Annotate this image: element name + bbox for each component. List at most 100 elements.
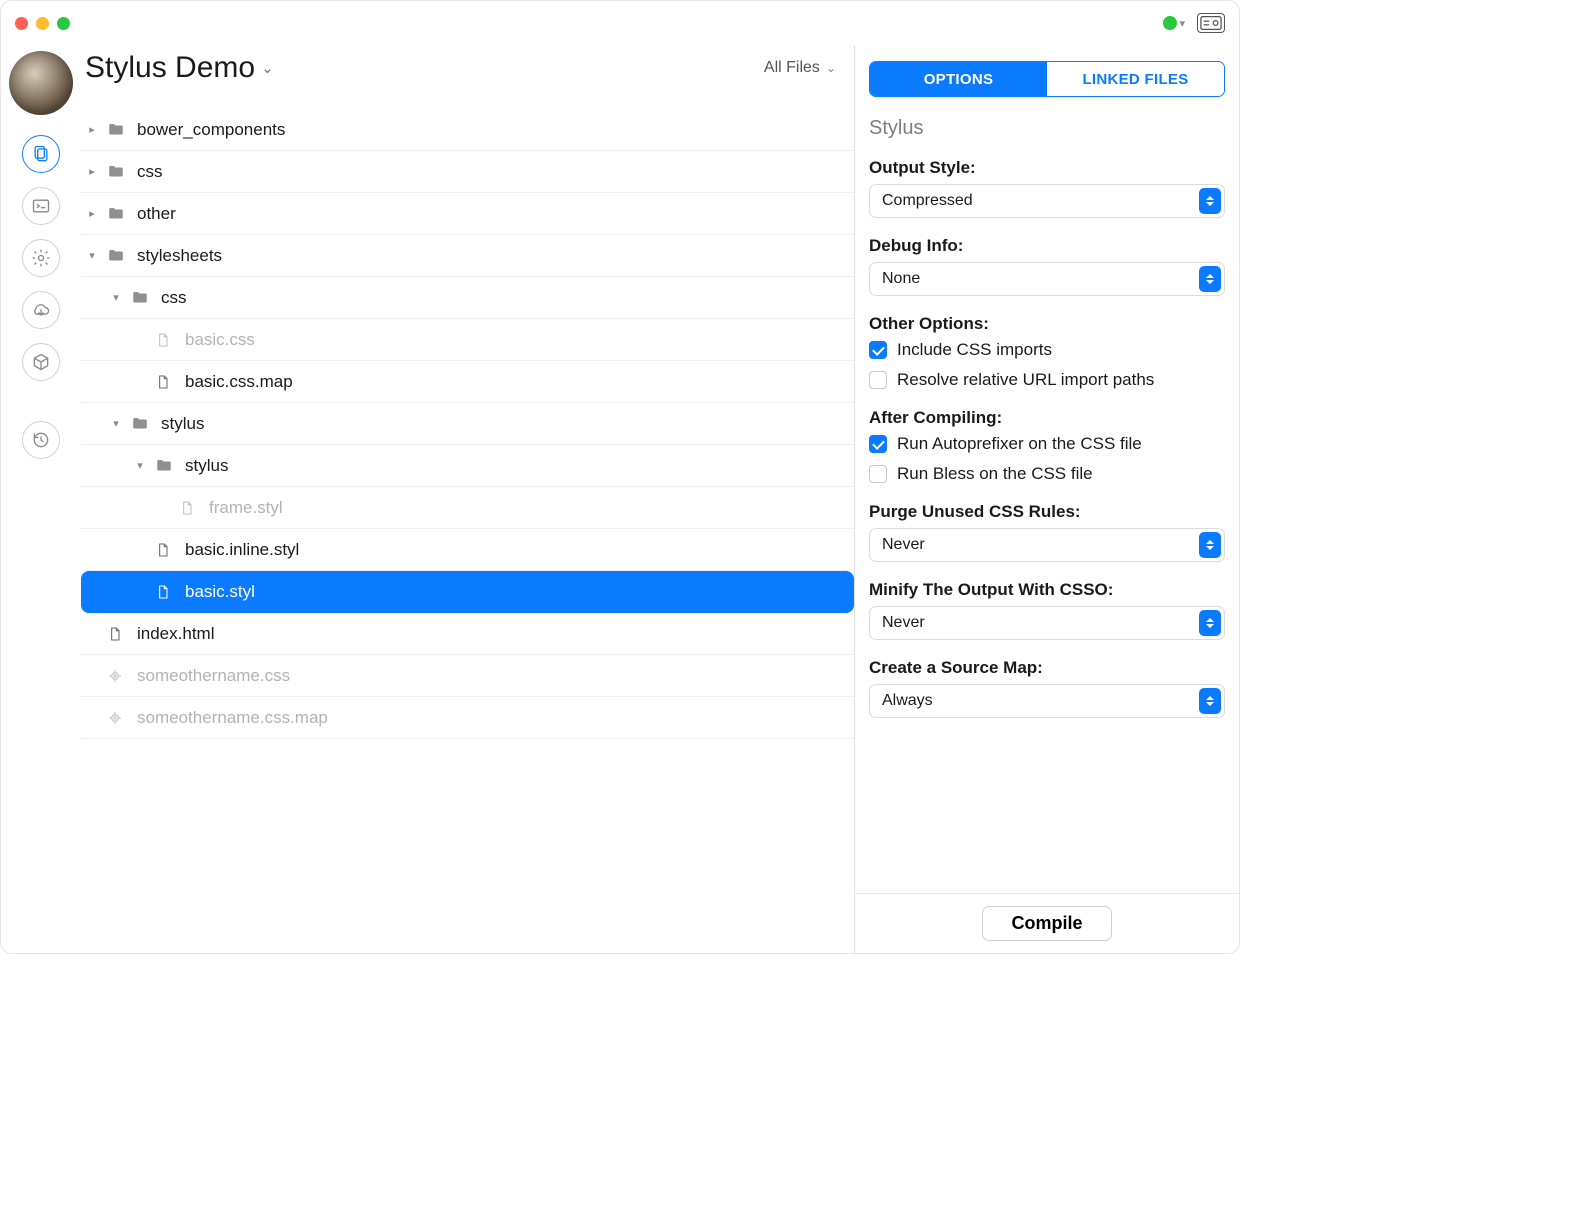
rail-files-button[interactable] <box>22 135 60 173</box>
file-icon <box>155 332 177 348</box>
file-icon <box>155 542 177 558</box>
folder-icon <box>155 457 177 475</box>
tree-item-label: basic.styl <box>185 582 255 602</box>
other-options-label: Other Options: <box>869 314 1225 334</box>
disclosure-icon: ▸ <box>81 123 103 136</box>
disclosure-icon: ▾ <box>129 459 151 472</box>
tree-folder[interactable]: ▸ css <box>81 151 854 193</box>
checkbox-label: Run Autoprefixer on the CSS file <box>897 434 1142 454</box>
minimize-window-button[interactable] <box>36 17 49 30</box>
disclosure-icon: ▾ <box>81 249 103 262</box>
rail-history-button[interactable] <box>22 421 60 459</box>
tree-file[interactable]: basic.css <box>81 319 854 361</box>
file-filter-button[interactable]: All Files ⌄ <box>764 59 836 77</box>
tree-folder[interactable]: ▸bower_components <box>81 109 854 151</box>
stepper-icon <box>1199 266 1221 292</box>
output-style-select[interactable]: Compressed <box>869 184 1225 218</box>
tree-item-label: css <box>161 288 187 308</box>
tree-item-label: css <box>137 162 163 182</box>
project-title-text: Stylus Demo <box>85 51 255 85</box>
sourcemap-value: Always <box>882 692 933 710</box>
purge-select[interactable]: Never <box>869 528 1225 562</box>
panel-tabs: OPTIONS LINKED FILES <box>869 61 1225 97</box>
disclosure-icon: ▸ <box>81 165 103 178</box>
target-icon <box>107 668 129 684</box>
tree-file[interactable]: someothername.css.map <box>81 697 854 739</box>
tree-item-label: someothername.css <box>137 666 290 686</box>
tree-item-label: someothername.css.map <box>137 708 328 728</box>
tree-file[interactable]: someothername.css <box>81 655 854 697</box>
output-style-label: Output Style: <box>869 158 1225 178</box>
stepper-icon <box>1199 188 1221 214</box>
language-label: Stylus <box>869 117 1225 140</box>
chevron-down-icon: ▾ <box>1179 17 1185 30</box>
resolve-relative-url-checkbox[interactable]: Resolve relative URL import paths <box>869 370 1225 390</box>
tree-folder[interactable]: ▸ other <box>81 193 854 235</box>
file-tree: ▸bower_components▸css▸other▾stylesheets▾… <box>81 109 854 739</box>
tree-file[interactable]: frame.styl <box>81 487 854 529</box>
preview-button[interactable] <box>1197 13 1225 33</box>
tree-item-label: basic.inline.styl <box>185 540 299 560</box>
minify-label: Minify The Output With CSSO: <box>869 580 1225 600</box>
checkbox-icon <box>869 341 887 359</box>
checkbox-label: Resolve relative URL import paths <box>897 370 1154 390</box>
left-rail <box>1 45 81 953</box>
folder-icon <box>107 205 129 223</box>
folder-icon <box>107 121 129 139</box>
stepper-icon <box>1199 688 1221 714</box>
purge-label: Purge Unused CSS Rules: <box>869 502 1225 522</box>
purge-value: Never <box>882 536 925 554</box>
file-icon <box>155 374 177 390</box>
rail-settings-button[interactable] <box>22 239 60 277</box>
zoom-window-button[interactable] <box>57 17 70 30</box>
include-css-imports-checkbox[interactable]: Include CSS imports <box>869 340 1225 360</box>
tree-folder[interactable]: ▾ stylus <box>81 445 854 487</box>
server-status[interactable]: ▾ <box>1163 16 1185 30</box>
checkbox-icon <box>869 465 887 483</box>
tree-folder[interactable]: ▾stylus <box>81 403 854 445</box>
debug-info-value: None <box>882 270 920 288</box>
run-bless-checkbox[interactable]: Run Bless on the CSS file <box>869 464 1225 484</box>
debug-info-label: Debug Info: <box>869 236 1225 256</box>
tree-item-label: index.html <box>137 624 214 644</box>
compile-button[interactable]: Compile <box>982 906 1111 941</box>
tab-linked-files[interactable]: LINKED FILES <box>1047 62 1224 96</box>
rail-terminal-button[interactable] <box>22 187 60 225</box>
tree-item-label: basic.css <box>185 330 255 350</box>
rail-cloud-button[interactable] <box>22 291 60 329</box>
tree-item-label: stylus <box>161 414 204 434</box>
tree-item-label: stylesheets <box>137 246 222 266</box>
disclosure-icon: ▸ <box>81 207 103 220</box>
file-icon <box>107 626 129 642</box>
sourcemap-select[interactable]: Always <box>869 684 1225 718</box>
rail-package-button[interactable] <box>22 343 60 381</box>
project-title[interactable]: Stylus Demo ⌄ <box>85 51 274 85</box>
tree-item-label: stylus <box>185 456 228 476</box>
minify-select[interactable]: Never <box>869 606 1225 640</box>
run-autoprefixer-checkbox[interactable]: Run Autoprefixer on the CSS file <box>869 434 1225 454</box>
tree-file[interactable]: basic.inline.styl <box>81 529 854 571</box>
chevron-down-icon: ⌄ <box>826 61 836 75</box>
tree-file[interactable]: basic.styl <box>81 571 854 613</box>
tree-folder[interactable]: ▾ stylesheets <box>81 235 854 277</box>
after-compiling-label: After Compiling: <box>869 408 1225 428</box>
checkbox-icon <box>869 435 887 453</box>
title-bar: ▾ <box>1 1 1239 45</box>
tree-file[interactable]: index.html <box>81 613 854 655</box>
status-dot-icon <box>1163 16 1177 30</box>
sourcemap-label: Create a Source Map: <box>869 658 1225 678</box>
target-icon <box>107 710 129 726</box>
tree-file[interactable]: basic.css.map <box>81 361 854 403</box>
tab-options[interactable]: OPTIONS <box>870 62 1047 96</box>
tree-folder[interactable]: ▾ css <box>81 277 854 319</box>
minify-value: Never <box>882 614 925 632</box>
project-avatar[interactable] <box>9 51 73 115</box>
stepper-icon <box>1199 610 1221 636</box>
folder-icon <box>131 289 153 307</box>
tree-item-label: other <box>137 204 176 224</box>
disclosure-icon: ▾ <box>105 291 127 304</box>
close-window-button[interactable] <box>15 17 28 30</box>
folder-icon <box>107 247 129 265</box>
tree-item-label: frame.styl <box>209 498 283 518</box>
debug-info-select[interactable]: None <box>869 262 1225 296</box>
